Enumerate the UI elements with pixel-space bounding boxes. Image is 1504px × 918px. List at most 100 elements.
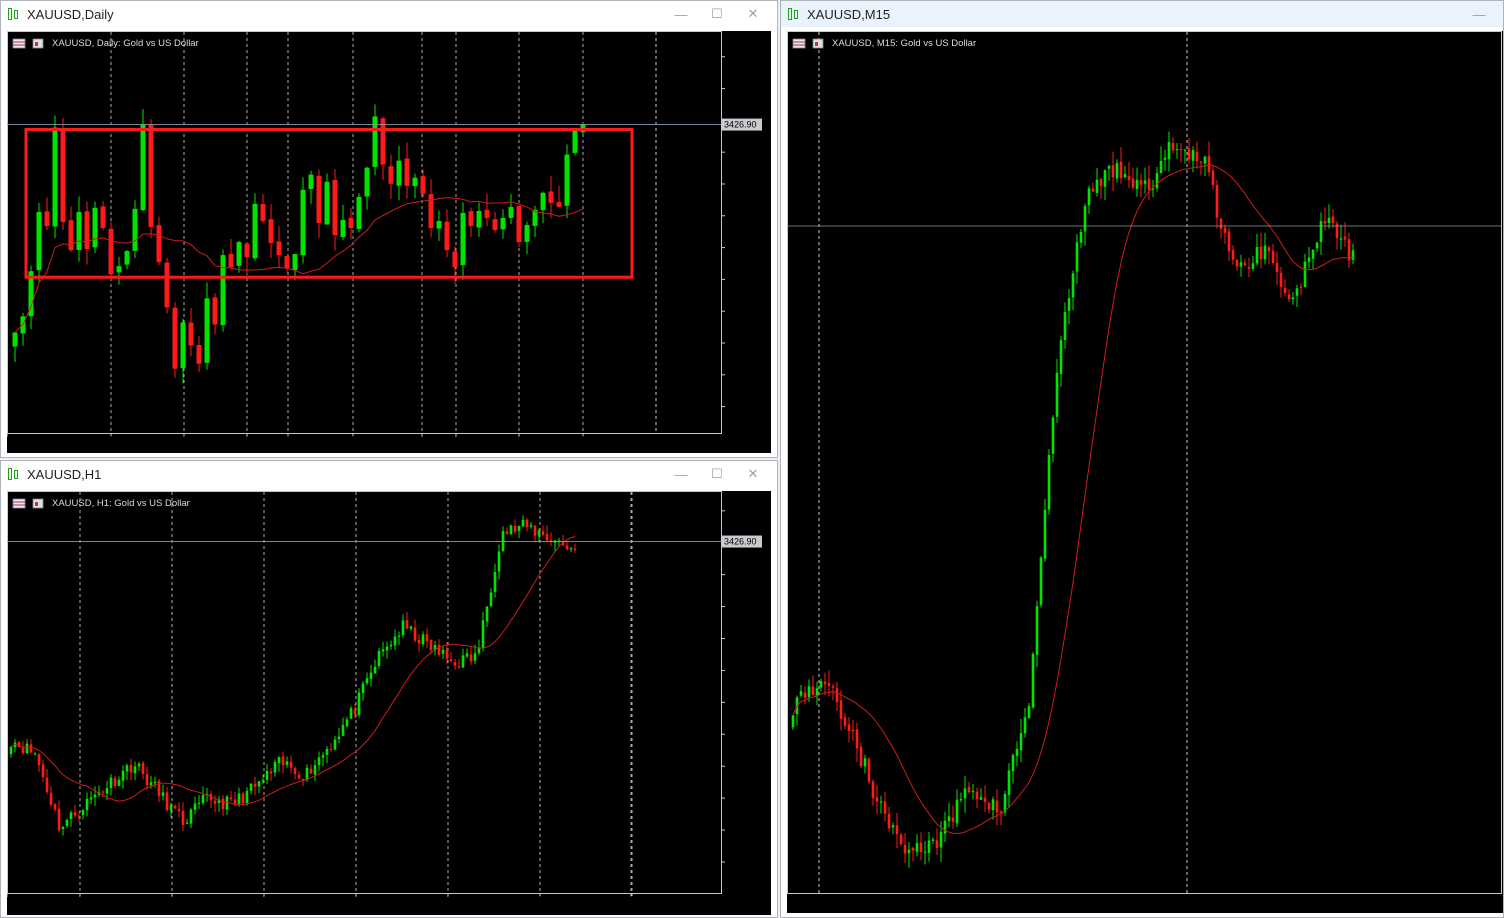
candle (1019, 719, 1023, 763)
candle (284, 255, 290, 273)
candle-body (1223, 227, 1227, 233)
candle (1271, 243, 1275, 265)
candle-body (380, 118, 386, 165)
minimize-button[interactable]: — (663, 1, 699, 27)
candle-body (372, 116, 378, 167)
candle (36, 202, 42, 282)
candle-body (1067, 298, 1071, 311)
daily-chart-area[interactable]: 3494.403462.753426.103399.453367.803336.… (7, 31, 771, 453)
candle (193, 796, 197, 815)
candle-body (1195, 151, 1199, 162)
close-button[interactable]: ✕ (735, 461, 771, 487)
candle (883, 791, 887, 822)
m15-chart-window[interactable]: XAUUSD,M15 — 21 Jul 2025 22 Jul 03:00 22 J… (780, 0, 1504, 918)
candle-body (409, 626, 413, 629)
candle-body (839, 700, 843, 719)
chart-header: XAUUSD, Daily: Gold vs US Dollar (12, 38, 199, 49)
x-tick-label: 23 Jul 2025 (580, 434, 663, 451)
candle-body (365, 678, 369, 684)
candle (887, 806, 891, 832)
candle (1099, 178, 1103, 199)
candle-body (457, 666, 461, 668)
candle (236, 240, 242, 273)
candle-body (340, 219, 346, 238)
minimize-button[interactable]: — (663, 461, 699, 487)
candle-body (803, 692, 807, 698)
candle-body (1031, 653, 1035, 708)
candle-body (169, 804, 173, 811)
daily-titlebar[interactable]: XAUUSD,Daily — ☐ ✕ (1, 1, 777, 27)
h1-chart-svg[interactable]: 3437.303426.503415.703404.903394.103383.… (7, 491, 771, 915)
candle (244, 242, 250, 274)
y-tick-label: 3494.40 (726, 47, 771, 64)
candle (76, 196, 82, 262)
candle (1339, 224, 1343, 250)
candle-body (1167, 142, 1171, 160)
m15-titlebar[interactable]: XAUUSD,M15 — (781, 1, 1503, 27)
candle (89, 791, 93, 805)
candle (433, 640, 437, 656)
candle (871, 779, 875, 806)
candle-body (77, 815, 81, 817)
candle-body (453, 662, 457, 666)
close-button[interactable]: ✕ (735, 1, 771, 27)
candle-body (173, 805, 177, 809)
candle (393, 629, 397, 651)
candle (1167, 131, 1171, 172)
candle-body (1043, 509, 1047, 559)
x-tick-label: 17 Jul 08:00 (261, 894, 348, 911)
candle-body (73, 812, 77, 816)
candle (397, 631, 401, 646)
candle-body (1123, 174, 1127, 178)
candle (1335, 221, 1339, 250)
candle-body (76, 211, 82, 251)
candles (9, 515, 577, 836)
candle-body (541, 531, 545, 535)
candle (173, 803, 177, 809)
candle (273, 759, 277, 777)
candle-body (65, 819, 69, 826)
candle (1283, 279, 1287, 297)
flag-icon (12, 38, 26, 49)
candle-body (452, 251, 458, 268)
maximize-button[interactable]: ☐ (699, 461, 735, 487)
minimize-button[interactable]: — (1461, 1, 1497, 27)
candle (1159, 146, 1163, 174)
h1-titlebar[interactable]: XAUUSD,H1 — ☐ ✕ (1, 461, 777, 487)
daily-chart-window[interactable]: XAUUSD,Daily — ☐ ✕ 3494.403462.753426.10… (0, 0, 778, 458)
chart-window-icon (7, 7, 21, 21)
candle-body (1211, 170, 1215, 185)
candle-body (321, 755, 325, 758)
candle (1223, 224, 1227, 244)
candle (73, 804, 77, 819)
candle-body (819, 681, 823, 688)
h1-chart-area[interactable]: 3437.303426.503415.703404.903394.103383.… (7, 491, 771, 915)
candle-body (529, 525, 533, 527)
candles (791, 131, 1355, 868)
m15-chart-svg[interactable]: 21 Jul 2025 22 Jul 03:0022 Jul 07:0022 Ju… (787, 31, 1503, 913)
daily-chart-svg[interactable]: 3494.403462.753426.103399.453367.803336.… (7, 31, 771, 453)
candle-body (1019, 733, 1023, 751)
candle-body (413, 627, 417, 641)
m15-chart-area[interactable]: 21 Jul 2025 22 Jul 03:00 22 Jul 07:00 22 Ju… (787, 31, 1503, 913)
candle-body (29, 744, 33, 753)
candle-body (332, 180, 338, 236)
candle-body (867, 758, 871, 782)
candle-body (1143, 180, 1147, 184)
candle (521, 515, 525, 527)
candle (156, 216, 162, 265)
candle (549, 532, 553, 546)
candle (313, 759, 317, 782)
candle-body (164, 262, 170, 308)
candle-body (1215, 185, 1219, 218)
candle-body (420, 176, 426, 194)
candle (141, 760, 145, 780)
chart-header-text: XAUUSD, Daily: Gold vs US Dollar (52, 38, 199, 49)
candle (308, 170, 314, 204)
h1-chart-window[interactable]: XAUUSD,H1 — ☐ ✕ 3437.303426.503415.70340… (0, 460, 778, 918)
candle (875, 784, 879, 815)
maximize-button[interactable]: ☐ (699, 1, 735, 27)
candle-body (943, 820, 947, 834)
candle (1155, 166, 1159, 192)
candle-body (967, 787, 971, 793)
